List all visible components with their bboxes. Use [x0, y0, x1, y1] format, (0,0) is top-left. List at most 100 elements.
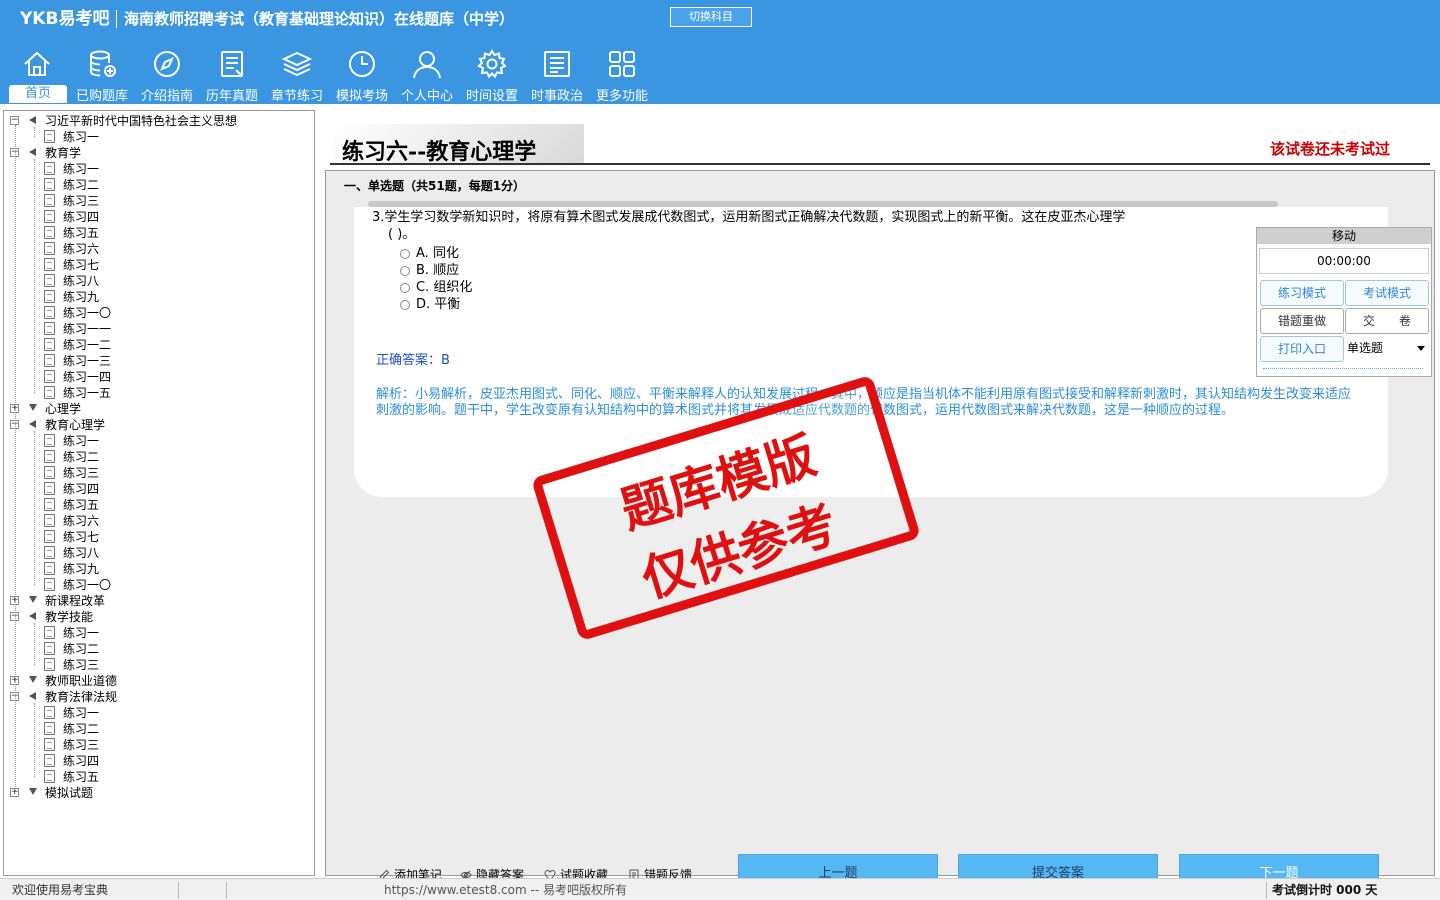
- document-icon: [44, 626, 55, 639]
- document-icon: [44, 162, 55, 175]
- option-key: A.: [416, 246, 429, 261]
- tree-label: 教师职业道德: [45, 674, 118, 688]
- grid-icon: [609, 51, 635, 77]
- document-icon: [44, 386, 55, 399]
- document-icon: [44, 498, 55, 511]
- document-icon: [44, 338, 55, 351]
- status-bar: 欢迎使用易考宝典 https://www.etest8.com -- 易考吧版权…: [0, 878, 1440, 900]
- triangle-icon: [29, 676, 37, 683]
- document-icon: [44, 658, 55, 671]
- tree-label: 练习六: [63, 514, 100, 528]
- option-text: 平衡: [434, 297, 461, 312]
- tree-label: 练习一: [63, 434, 100, 448]
- nav-guide[interactable]: 介绍指南: [136, 44, 198, 104]
- document-icon: [44, 242, 55, 255]
- option-text: 组织化: [433, 280, 473, 295]
- nav-label: 章节练习: [270, 89, 323, 104]
- tree-label: 习近平新时代中国特色社会主义思想: [45, 114, 238, 128]
- nav-purchased[interactable]: 已购题库: [71, 44, 133, 104]
- document-icon: [44, 210, 55, 223]
- tree-label: 练习一四: [63, 370, 112, 384]
- home-icon: [24, 51, 50, 76]
- tree-label: 练习一三: [63, 354, 112, 368]
- document-list-icon: [221, 51, 243, 77]
- document-icon: [44, 226, 55, 239]
- tree-label: 练习九: [63, 562, 100, 576]
- triangle-icon: [29, 692, 36, 700]
- triangle-icon: [29, 612, 36, 620]
- document-icon: [44, 354, 55, 367]
- print-button[interactable]: 打印入口: [1260, 336, 1344, 362]
- nav-label: 首页: [9, 85, 67, 103]
- nav-current-affairs[interactable]: 时事政治: [526, 44, 588, 104]
- triangle-icon: [29, 148, 36, 156]
- tree-label: 练习八: [63, 274, 100, 288]
- tree-label: 练习二: [63, 178, 100, 192]
- welcome-text: 欢迎使用易考宝典: [12, 883, 109, 897]
- timer-display: 00:00:00: [1259, 248, 1429, 274]
- triangle-icon: [29, 404, 37, 411]
- user-icon: [413, 51, 441, 79]
- tree-label: 练习一: [63, 130, 100, 144]
- chapter-tree[interactable]: − 习近平新时代中国特色社会主义思想 练习一 − 教育学 练习一 练习二 练习三 练习四 练习五练…: [3, 110, 315, 876]
- tree-label: 练习八: [63, 546, 100, 560]
- document-icon: [44, 642, 55, 655]
- tree-label: 练习七: [63, 530, 100, 544]
- correct-answer: 正确答案：B: [376, 349, 450, 368]
- nav-personal-center[interactable]: 个人中心: [396, 44, 458, 104]
- exam-title: 海南教师招聘考试（教育基础理论知识）在线题库（中学）: [124, 10, 515, 28]
- document-icon: [44, 258, 55, 271]
- clock-icon: [349, 51, 375, 77]
- option-key: B.: [416, 263, 430, 278]
- redo-wrong-button[interactable]: 错题重做: [1260, 308, 1344, 334]
- tree-label: 练习四: [63, 482, 100, 496]
- compass-icon: [154, 51, 180, 77]
- document-icon: [44, 178, 55, 191]
- answer-label: 正确答案：: [376, 353, 442, 368]
- gear-icon: [477, 49, 507, 79]
- document-icon: [44, 578, 55, 591]
- triangle-icon: [29, 788, 37, 795]
- title-divider: [330, 163, 1430, 165]
- document-icon: [44, 706, 55, 719]
- practice-mode-button[interactable]: 练习模式: [1260, 280, 1344, 306]
- document-icon: [44, 434, 55, 447]
- radio-icon[interactable]: [400, 266, 410, 276]
- nav-chapter-practice[interactable]: 章节练习: [266, 44, 328, 104]
- nav-home[interactable]: 首页: [6, 44, 68, 104]
- nav-label: 更多功能: [595, 89, 648, 104]
- panel-divider: [1263, 368, 1423, 369]
- nav-time-settings[interactable]: 时间设置: [461, 44, 523, 104]
- submit-paper-button[interactable]: 交 卷: [1345, 308, 1429, 334]
- tree-label: 练习九: [63, 290, 100, 304]
- exam-mode-button[interactable]: 考试模式: [1345, 280, 1429, 306]
- nav-past-papers[interactable]: 历年真题: [201, 44, 263, 104]
- radio-icon[interactable]: [400, 249, 410, 259]
- document-icon: [44, 450, 55, 463]
- nav-label: 介绍指南: [140, 89, 193, 104]
- document-icon: [44, 194, 55, 207]
- tree-label: 练习六: [63, 242, 100, 256]
- nav-label: 已购题库: [75, 89, 128, 104]
- radio-icon[interactable]: [400, 300, 410, 310]
- database-icon: [90, 50, 116, 77]
- collapse-icon[interactable]: −: [10, 116, 19, 125]
- section-title: 一、单选题（共51题，每题1分）: [344, 179, 526, 193]
- question-type-select[interactable]: 单选题: [1345, 336, 1429, 362]
- tree-label: 新课程改革: [45, 594, 106, 608]
- tree-label: 练习四: [63, 754, 100, 768]
- option-text: 顺应: [433, 263, 460, 278]
- nav-mock-exam[interactable]: 模拟考场: [331, 44, 393, 104]
- tree-label: 练习一: [63, 162, 100, 176]
- tree-label: 练习四: [63, 210, 100, 224]
- document-icon: [44, 322, 55, 335]
- newspaper-icon: [544, 51, 570, 77]
- nav-label: 时间设置: [465, 89, 518, 104]
- tree-label: 教学技能: [45, 610, 94, 624]
- move-handle[interactable]: 移动: [1257, 228, 1431, 244]
- switch-subject-button[interactable]: 切换科目: [670, 7, 752, 27]
- tree-label: 练习三: [63, 738, 100, 752]
- nav-more-functions[interactable]: 更多功能: [591, 44, 653, 104]
- radio-icon[interactable]: [400, 283, 410, 293]
- nav-label: 模拟考场: [335, 89, 388, 104]
